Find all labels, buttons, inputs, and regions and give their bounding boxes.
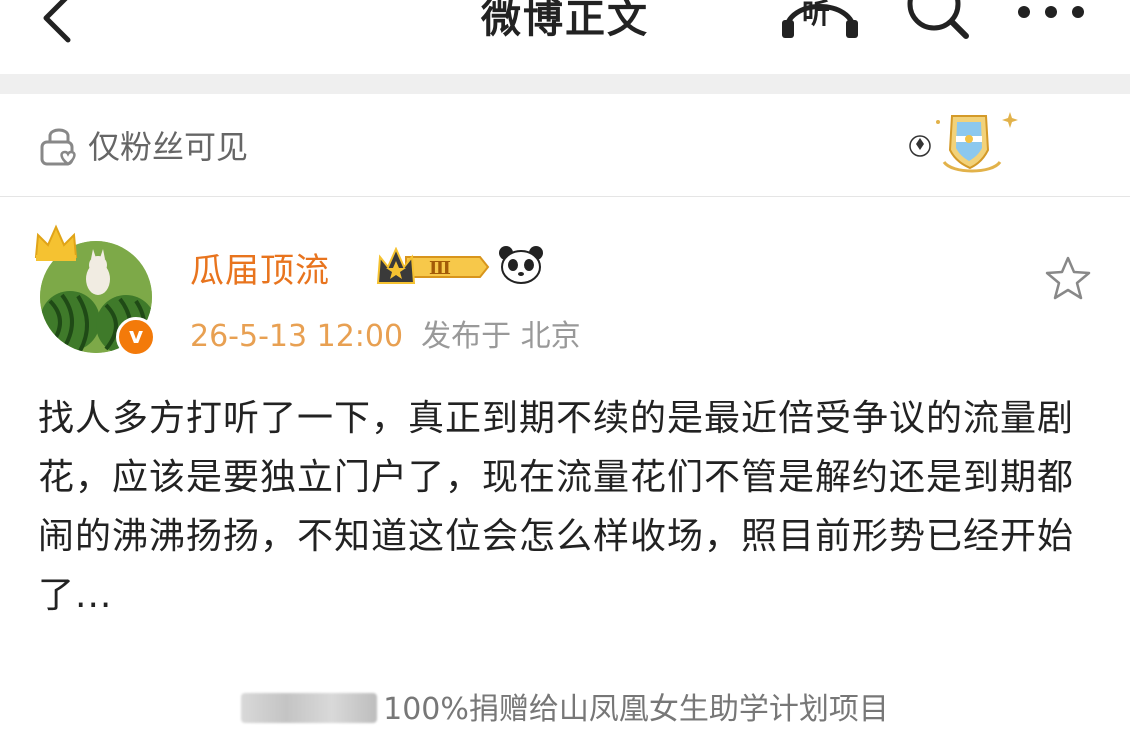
listen-label[interactable]: 听 bbox=[802, 0, 830, 32]
search-icon[interactable] bbox=[902, 0, 972, 42]
vip-level: Ⅲ bbox=[429, 258, 451, 279]
weibo-post: v 瓜届顶流 Ⅲ 26-5-13 12:00 发布于 北京 找人多方打听了一下，真… bbox=[0, 197, 1130, 734]
visibility-label: 仅粉丝可见 bbox=[88, 128, 249, 166]
blurred-text bbox=[241, 693, 378, 723]
section-divider bbox=[0, 74, 1130, 94]
vip-level-badge[interactable]: Ⅲ bbox=[376, 247, 492, 287]
post-meta: 26-5-13 12:00 发布于 北京 bbox=[190, 311, 581, 355]
argentina-football-badge bbox=[909, 112, 1018, 173]
top-nav-bar: 微博正文 听 bbox=[0, 0, 1130, 74]
author-name[interactable]: 瓜届顶流 bbox=[190, 243, 330, 292]
more-dots-icon[interactable] bbox=[1016, 0, 1086, 24]
post-content: 找人多方打听了一下，真正到期不续的是最近倍受争议的流量剧花，应该是要独立门户了，… bbox=[38, 398, 1075, 616]
post-location: 发布于 北京 bbox=[421, 319, 581, 354]
visibility-row: 仅粉丝可见 bbox=[0, 94, 1130, 197]
panda-icon bbox=[499, 246, 543, 284]
crown-icon bbox=[34, 224, 78, 261]
lock-heart-icon bbox=[40, 128, 76, 166]
star-icon[interactable] bbox=[1044, 255, 1092, 301]
avatar[interactable]: v bbox=[34, 223, 156, 357]
verified-v-icon: v bbox=[116, 317, 156, 357]
donation-footer: 100%捐赠给山凤凰女生助学计划项目 bbox=[0, 684, 1130, 728]
footer-text: 100%捐赠给山凤凰女生助学计划项目 bbox=[383, 692, 889, 727]
post-time: 26-5-13 12:00 bbox=[190, 319, 404, 354]
